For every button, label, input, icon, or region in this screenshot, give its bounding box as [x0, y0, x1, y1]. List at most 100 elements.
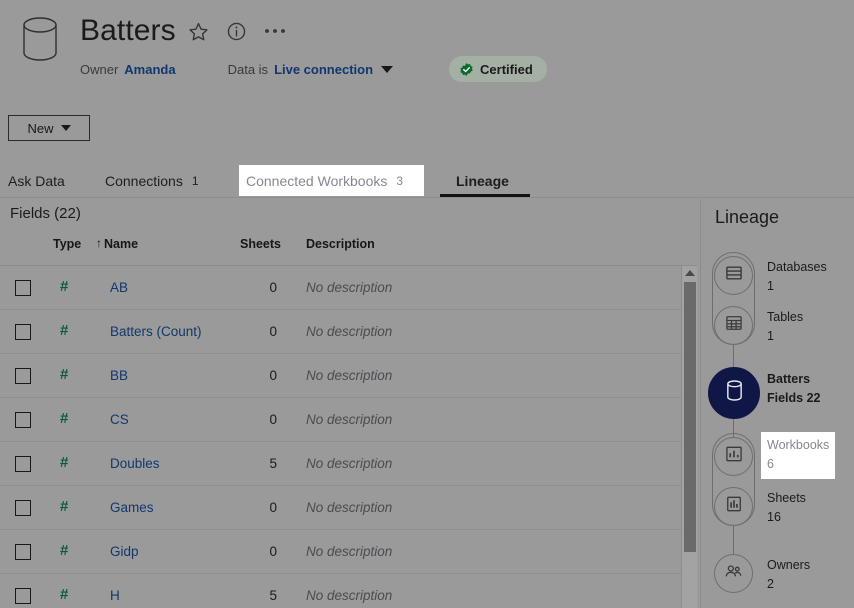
table-grid-icon [724, 313, 744, 338]
lineage-node-count: 1 [767, 277, 827, 296]
field-sheets-count: 0 [243, 500, 277, 515]
row-checkbox[interactable] [15, 280, 31, 296]
title-row: Batters [80, 12, 290, 50]
sort-ascending-icon: ↑ [96, 236, 102, 250]
owner-name-link[interactable]: Amanda [124, 62, 175, 77]
field-type-icon: # [60, 454, 68, 471]
table-row[interactable]: # H 5 No description [0, 574, 697, 608]
page-title: Batters [80, 12, 176, 50]
lineage-node-owners-icon-wrap[interactable] [714, 554, 753, 593]
tab-bar: Ask Data Connections 1 Connected Workboo… [0, 165, 854, 198]
fields-panel: Fields (22) Type ↑ Name Sheets Descripti… [0, 199, 700, 608]
lineage-node-label: Batters [767, 370, 821, 389]
tab-label: Lineage [456, 173, 509, 189]
field-sheets-count: 5 [243, 588, 277, 603]
field-type-icon: # [60, 498, 68, 515]
new-button[interactable]: New [8, 115, 90, 141]
lineage-node-count: 2 [767, 575, 810, 594]
field-type-icon: # [60, 322, 68, 339]
sheet-chart-icon [724, 494, 744, 519]
database-icon [724, 263, 744, 288]
workbook-chart-icon [724, 444, 744, 469]
column-header-name[interactable]: Name [104, 237, 138, 251]
field-name-link[interactable]: Doubles [110, 456, 160, 471]
info-circle-icon[interactable] [222, 16, 252, 46]
connection-type-link[interactable]: Live connection [274, 62, 373, 77]
status-badge-certified[interactable]: Certified [449, 56, 547, 82]
users-icon [723, 561, 744, 587]
field-name-link[interactable]: Batters (Count) [110, 324, 202, 339]
vertical-scrollbar[interactable] [681, 266, 697, 608]
lineage-title: Lineage [715, 207, 779, 228]
row-checkbox[interactable] [15, 500, 31, 516]
lineage-node-databases[interactable]: Databases1 [767, 258, 827, 296]
field-sheets-count: 0 [243, 412, 277, 427]
field-type-icon: # [60, 542, 68, 559]
chevron-up-icon[interactable] [685, 270, 695, 276]
field-description: No description [306, 324, 392, 339]
star-icon[interactable] [184, 16, 214, 46]
database-cylinder-icon [22, 16, 58, 62]
field-name-link[interactable]: AB [110, 280, 128, 295]
lineage-node-count: Fields 22 [767, 389, 821, 408]
table-row[interactable]: #CS0No description [0, 398, 697, 442]
field-type-icon: # [60, 410, 68, 427]
owner-label: Owner [80, 62, 118, 77]
row-checkbox[interactable] [15, 324, 31, 340]
table-row[interactable]: #Gidp0No description [0, 530, 697, 574]
tab-ask-data[interactable]: Ask Data [4, 165, 69, 197]
lineage-node-workbooks[interactable]: Workbooks6 [761, 432, 835, 479]
field-type-icon: # [60, 278, 68, 295]
table-row[interactable]: #Batters (Count)0No description [0, 310, 697, 354]
field-description: No description [306, 280, 392, 295]
field-type-icon: # [60, 586, 68, 603]
tab-label: Connections [105, 173, 183, 189]
lineage-node-sheets-icon-wrap[interactable] [714, 487, 753, 526]
lineage-node-workbooks-icon-wrap[interactable] [714, 437, 753, 476]
tab-connected-workbooks[interactable]: Connected Workbooks 3 [239, 165, 424, 196]
lineage-node-label: Owners [767, 556, 810, 575]
lineage-node-owners[interactable]: Owners2 [767, 556, 810, 594]
tab-connections[interactable]: Connections 1 [101, 165, 203, 197]
tab-label: Connected Workbooks [246, 173, 387, 189]
field-sheets-count: 5 [243, 456, 277, 471]
field-name-link[interactable]: BB [110, 368, 128, 383]
lineage-node-label: Sheets [767, 489, 806, 508]
tab-count: 1 [192, 174, 199, 188]
row-checkbox[interactable] [15, 456, 31, 472]
chevron-down-icon[interactable] [381, 66, 393, 73]
chevron-down-icon [61, 125, 71, 131]
scrollbar-thumb[interactable] [684, 282, 696, 552]
tab-lineage[interactable]: Lineage [452, 165, 513, 197]
field-name-link[interactable]: Gidp [110, 544, 139, 559]
column-header-sheets[interactable]: Sheets [240, 237, 281, 251]
lineage-node-tables-icon-wrap[interactable] [714, 306, 753, 345]
lineage-panel: Lineage Databases1Tables1BattersFields 2… [700, 199, 854, 608]
field-name-link[interactable]: H [110, 588, 120, 603]
lineage-node-sheets[interactable]: Sheets16 [767, 489, 806, 527]
column-header-description[interactable]: Description [306, 237, 375, 251]
row-checkbox[interactable] [15, 588, 31, 604]
column-header-type[interactable]: Type [53, 237, 81, 251]
lineage-node-label: Tables [767, 308, 803, 327]
field-name-link[interactable]: Games [110, 500, 154, 515]
row-checkbox[interactable] [15, 544, 31, 560]
field-name-link[interactable]: CS [110, 412, 129, 427]
lineage-node-label: Workbooks [767, 436, 829, 455]
lineage-node-tables[interactable]: Tables1 [767, 308, 803, 346]
lineage-node-databases-icon-wrap[interactable] [714, 256, 753, 295]
row-checkbox[interactable] [15, 368, 31, 384]
table-row[interactable]: #BB0No description [0, 354, 697, 398]
data-is-label: Data is [228, 62, 268, 77]
lineage-node-batters-icon-wrap[interactable] [708, 367, 760, 419]
table-row[interactable]: #Doubles5No description [0, 442, 697, 486]
lineage-node-count: 16 [767, 508, 806, 527]
table-row[interactable]: #AB0No description [0, 266, 697, 310]
table-row[interactable]: #Games0No description [0, 486, 697, 530]
datasource-page: Batters [0, 0, 854, 608]
field-sheets-count: 0 [243, 368, 277, 383]
lineage-node-batters[interactable]: BattersFields 22 [767, 370, 821, 408]
field-description: No description [306, 588, 392, 603]
ellipsis-icon[interactable] [260, 16, 290, 46]
row-checkbox[interactable] [15, 412, 31, 428]
